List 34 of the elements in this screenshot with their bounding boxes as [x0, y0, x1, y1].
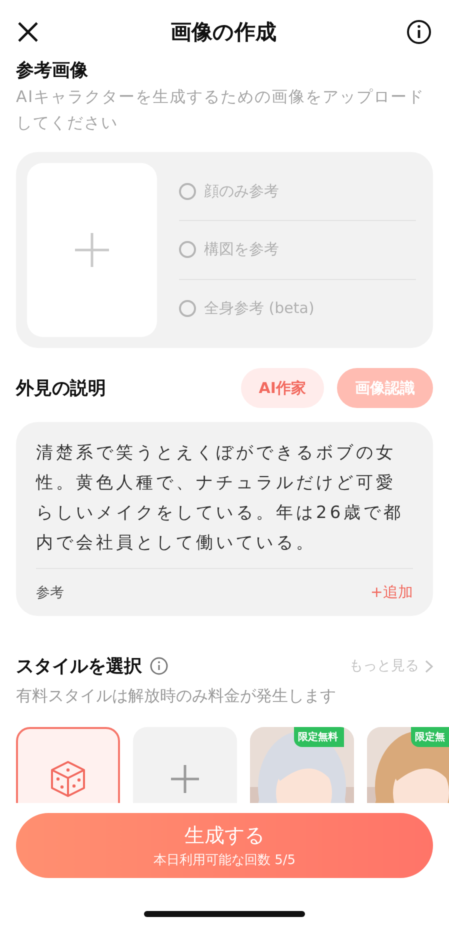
- option-label: 全身参考 (beta): [204, 298, 314, 318]
- reference-label: 参考: [36, 584, 64, 602]
- generate-button[interactable]: 生成する 本日利用可能な回数 5/5: [16, 813, 433, 878]
- upload-button[interactable]: [27, 163, 157, 337]
- more-link[interactable]: もっと見る: [349, 657, 433, 675]
- style-tile[interactable]: 限定無料: [250, 727, 354, 803]
- plus-icon: [75, 233, 109, 267]
- option-label: 構図を参考: [204, 240, 279, 260]
- pricing-note: 有料スタイルは解放時のみ料金が発生します: [16, 686, 337, 707]
- free-badge: 限定無料: [294, 727, 344, 747]
- info-icon[interactable]: [150, 657, 168, 675]
- section-title: 参考画像: [16, 59, 89, 82]
- close-icon: [18, 22, 38, 42]
- radio-button[interactable]: [179, 300, 196, 317]
- option-label: 顔のみ参考: [204, 182, 279, 202]
- ai-writer-button[interactable]: AI作家: [240, 368, 324, 408]
- free-badge: 限定無: [411, 727, 449, 747]
- add-style-tile[interactable]: [133, 727, 237, 803]
- radio-button[interactable]: [179, 183, 196, 200]
- chevron-right-icon: [425, 660, 433, 672]
- plus-icon: [171, 765, 199, 793]
- info-button[interactable]: [405, 18, 433, 46]
- description-text[interactable]: 清楚系で笑うとえくぼができるボブの女性。黄色人種で、ナチュラルだけど可愛らしいメイクをしている。年は26歳で都内で会社員として働いている。: [36, 438, 413, 569]
- style-tile[interactable]: 限定無: [367, 727, 449, 803]
- random-style-tile[interactable]: [16, 727, 120, 803]
- info-icon: [407, 20, 431, 44]
- upload-hint: AIキャラクターを生成するための画像をアップロードしてください: [16, 86, 426, 134]
- dice-icon: [50, 760, 86, 798]
- section-title: スタイルを選択: [16, 655, 142, 678]
- add-link[interactable]: +追加: [370, 583, 413, 602]
- image-recognition-button[interactable]: 画像認識: [337, 368, 433, 408]
- screen-title: 画像の作成: [170, 19, 276, 46]
- section-title: 外見の説明: [16, 377, 106, 400]
- radio-button[interactable]: [179, 241, 196, 258]
